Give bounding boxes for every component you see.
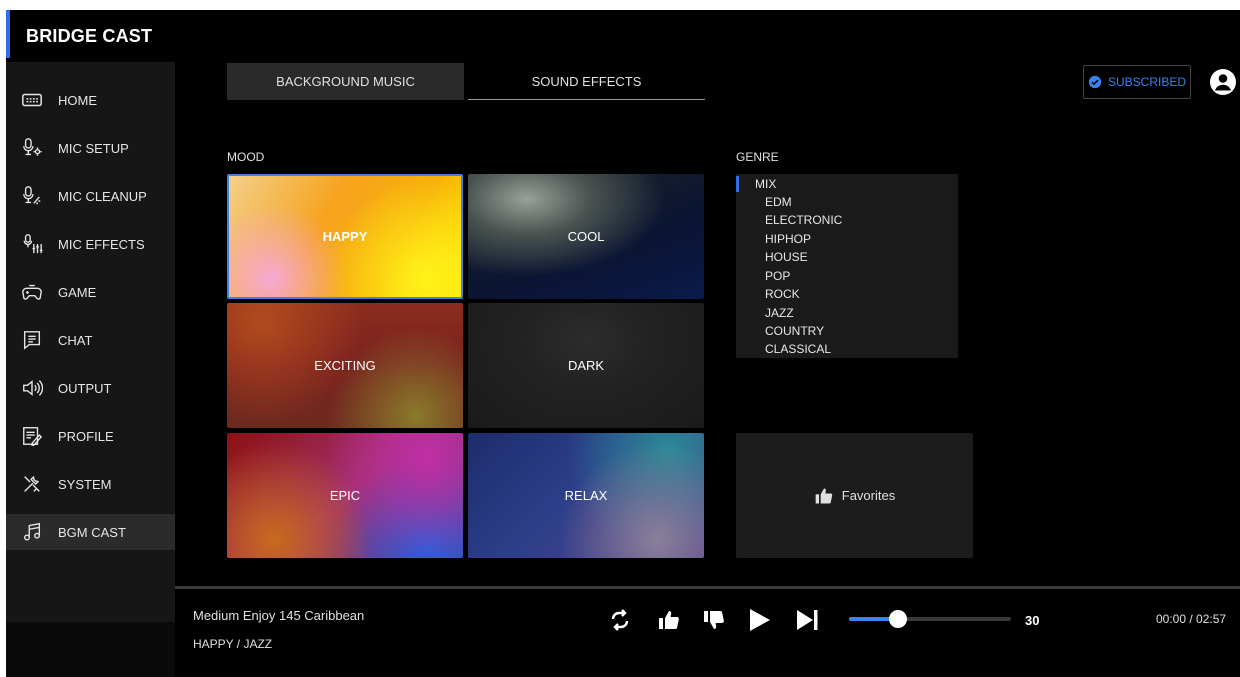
tab-background-music[interactable]: BACKGROUND MUSIC	[227, 63, 464, 100]
sidebar-item-mic-cleanup[interactable]: MIC CLEANUP	[6, 178, 175, 214]
playback-time: 00:00 / 02:57	[1156, 612, 1227, 626]
genre-list: MIX EDM ELECTRONIC HIPHOP HOUSE POP ROCK…	[736, 174, 958, 358]
player-divider	[175, 586, 1240, 589]
thumbs-up-icon	[659, 611, 679, 629]
sidebar-nav: HOME MIC SETUP MIC CLEANUP MIC EFFECTS G…	[6, 62, 175, 622]
track-title: Medium Enjoy 145 Caribbean	[193, 608, 365, 623]
brand-header: BRIDGE CAST	[6, 10, 175, 62]
mic-settings-icon	[20, 136, 44, 160]
sidebar-item-profile[interactable]: PROFILE	[6, 418, 175, 454]
volume-slider[interactable]	[849, 610, 1011, 628]
mood-tile-exciting[interactable]: EXCITING	[227, 303, 463, 428]
sidebar-item-label: MIC CLEANUP	[58, 188, 147, 204]
genre-item-pop[interactable]: POP	[765, 269, 790, 283]
volume-slider-handle[interactable]	[889, 610, 907, 628]
genre-item-hiphop[interactable]: HIPHOP	[765, 232, 811, 246]
favorites-button[interactable]: Favorites	[736, 433, 973, 558]
subscribed-label: SUBSCRIBED	[1107, 75, 1187, 89]
sidebar-item-label: BGM CAST	[58, 524, 126, 540]
sidebar-item-label: OUTPUT	[58, 380, 112, 396]
tab-sound-effects[interactable]: SOUND EFFECTS	[468, 63, 705, 100]
sidebar-item-label: MIC SETUP	[58, 140, 129, 156]
check-circle-icon	[1088, 75, 1102, 89]
sidebar-item-label: CHAT	[58, 332, 93, 348]
mood-tile-relax[interactable]: RELAX	[468, 433, 704, 558]
repeat-button[interactable]	[604, 604, 636, 636]
keyboard-icon	[20, 88, 44, 112]
sidebar-item-home[interactable]: HOME	[6, 82, 175, 118]
sidebar-item-output[interactable]: OUTPUT	[6, 370, 175, 406]
sidebar-item-bgm-cast[interactable]: BGM CAST	[6, 514, 175, 550]
mood-tile-label: EPIC	[329, 488, 361, 503]
sidebar-item-system[interactable]: SYSTEM	[6, 466, 175, 502]
user-account-icon[interactable]	[1209, 68, 1237, 96]
sidebar-item-mic-effects[interactable]: MIC EFFECTS	[6, 226, 175, 262]
dislike-button[interactable]	[698, 604, 730, 636]
music-note-icon	[20, 520, 44, 544]
mood-tile-epic[interactable]: EPIC	[227, 433, 463, 558]
sidebar-item-label: HOME	[58, 92, 97, 108]
mood-tile-label: COOL	[567, 229, 605, 244]
genre-item-country[interactable]: COUNTRY	[765, 324, 824, 338]
genre-item-jazz[interactable]: JAZZ	[765, 306, 794, 320]
mic-effects-icon	[20, 232, 44, 256]
app-title: BRIDGE CAST	[26, 26, 153, 46]
sidebar-item-label: PROFILE	[58, 428, 114, 444]
mood-tile-label: DARK	[567, 358, 605, 373]
favorites-label: Favorites	[841, 488, 896, 503]
repeat-icon	[611, 609, 629, 631]
sidebar-item-label: MIC EFFECTS	[58, 236, 145, 252]
profile-icon	[20, 424, 44, 448]
genre-item-rock[interactable]: ROCK	[765, 287, 800, 301]
mic-cleanup-icon	[20, 184, 44, 208]
sidebar-item-label: GAME	[58, 284, 97, 300]
next-track-button[interactable]	[791, 604, 823, 636]
tools-icon	[20, 472, 44, 496]
chat-icon	[20, 328, 44, 352]
mood-label: MOOD	[227, 150, 265, 164]
genre-item-classical[interactable]: CLASSICAL	[765, 342, 831, 356]
sidebar-item-label: SYSTEM	[58, 476, 112, 492]
mood-tile-label: RELAX	[564, 488, 608, 503]
play-icon	[750, 609, 770, 631]
like-button[interactable]	[653, 604, 685, 636]
mood-tile-label: HAPPY	[322, 229, 368, 244]
subscribed-button[interactable]: SUBSCRIBED	[1083, 65, 1191, 99]
mood-tile-dark[interactable]: DARK	[468, 303, 704, 428]
mood-tile-happy[interactable]: HAPPY	[227, 174, 463, 299]
thumbs-up-icon	[815, 488, 832, 504]
genre-item-edm[interactable]: EDM	[765, 195, 792, 209]
sidebar: BRIDGE CAST HOME MIC SETUP MIC CLEANUP M…	[6, 10, 175, 677]
genre-item-house[interactable]: HOUSE	[765, 250, 808, 264]
mood-tile-label: EXCITING	[314, 358, 376, 373]
genre-label: GENRE	[736, 150, 779, 164]
sidebar-item-game[interactable]: GAME	[6, 274, 175, 310]
skip-next-icon	[797, 610, 818, 630]
app-window: BRIDGE CAST HOME MIC SETUP MIC CLEANUP M…	[6, 10, 1240, 677]
genre-item-electronic[interactable]: ELECTRONIC	[765, 213, 842, 227]
speaker-icon	[20, 376, 44, 400]
volume-value: 30	[1025, 613, 1040, 628]
genre-item-mix[interactable]: MIX	[755, 177, 776, 191]
track-mood-genre: HAPPY / JAZZ	[193, 637, 273, 651]
thumbs-down-icon	[704, 611, 724, 629]
genre-selection-indicator	[736, 176, 739, 192]
gamepad-icon	[20, 280, 44, 304]
play-button[interactable]	[743, 604, 775, 636]
sidebar-item-chat[interactable]: CHAT	[6, 322, 175, 358]
brand-accent-bar	[6, 10, 10, 58]
sidebar-item-mic-setup[interactable]: MIC SETUP	[6, 130, 175, 166]
mood-tile-cool[interactable]: COOL	[468, 174, 704, 299]
